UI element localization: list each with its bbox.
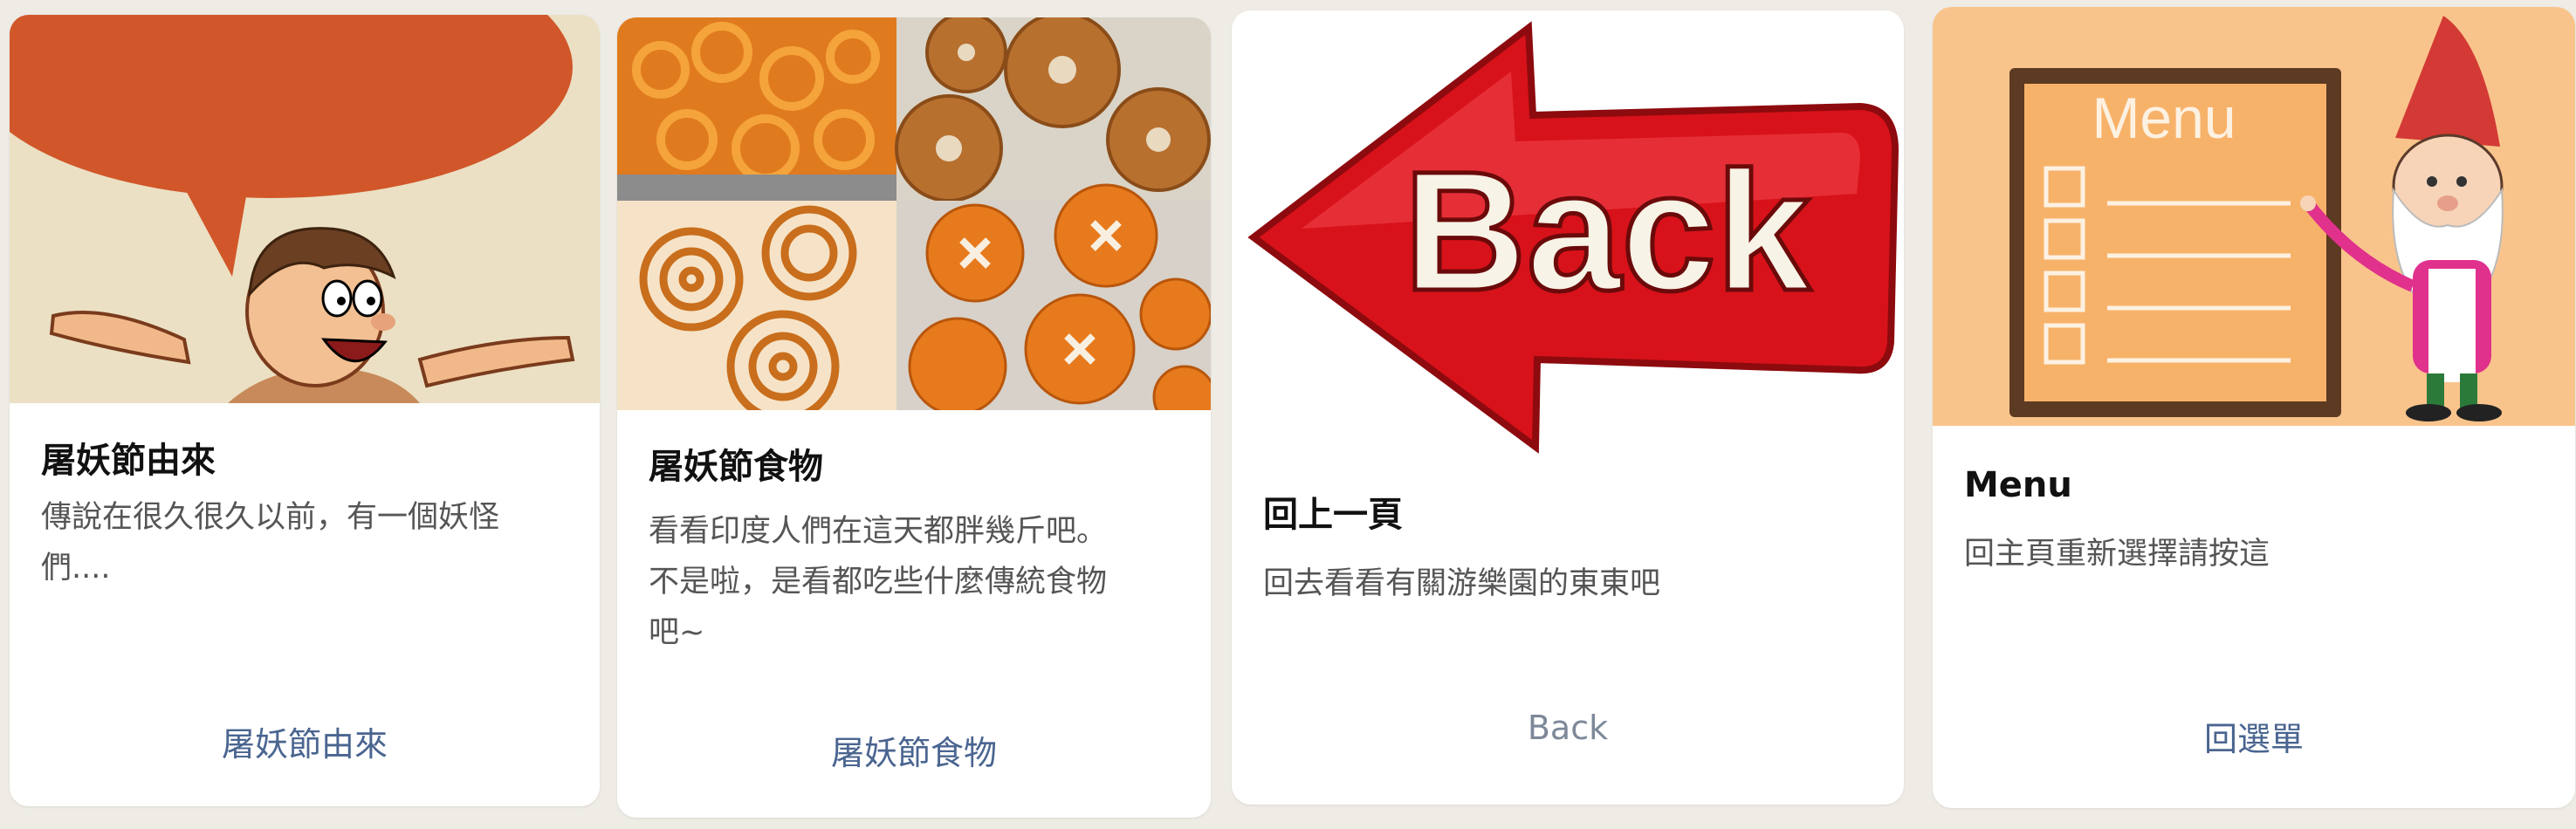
diwali-food-button[interactable]: 屠妖節食物 bbox=[617, 726, 1211, 774]
back-to-menu-button[interactable]: 回選單 bbox=[1933, 712, 2575, 760]
speech-bubble-cartoon-image bbox=[10, 15, 600, 403]
svg-text:Back: Back bbox=[1404, 136, 1811, 326]
card-description: 看看印度人們在這天都胖幾斤吧。 不是啦，是看都吃些什麼傳統食物 吧~ bbox=[649, 514, 1108, 650]
diwali-origin-button[interactable]: 屠妖節由來 bbox=[10, 717, 600, 765]
card-back: Back 回上一頁 回去看看有關游樂園的東東吧 Back bbox=[1232, 10, 1904, 805]
card-title: 屠妖節由來 bbox=[41, 441, 216, 481]
back-button[interactable]: Back bbox=[1232, 709, 1904, 747]
card-description: 回主頁重新選擇請按這 bbox=[1964, 537, 2270, 572]
back-arrow-image: Back bbox=[1232, 10, 1904, 456]
card-diwali-food: 屠妖節食物 看看印度人們在這天都胖幾斤吧。 不是啦，是看都吃些什麼傳統食物 吧~… bbox=[617, 17, 1211, 818]
card-description: 回去看看有關游樂園的東東吧 bbox=[1263, 566, 1661, 601]
card-title: 回上一頁 bbox=[1263, 495, 1403, 535]
indian-sweets-image bbox=[617, 17, 1211, 410]
chef-menu-board-image: Menu bbox=[1933, 7, 2575, 426]
card-description: 傳說在很久很久以前，有一個妖怪 們.... bbox=[41, 500, 500, 586]
card-menu: Menu Menu 回主頁重新選擇請按這 回選單 bbox=[1933, 7, 2575, 808]
card-title: Menu bbox=[1964, 465, 2072, 505]
card-title: 屠妖節食物 bbox=[649, 447, 823, 487]
svg-text:Menu: Menu bbox=[2092, 86, 2236, 150]
card-diwali-origin: 屠妖節由來 傳說在很久很久以前，有一個妖怪 們.... 屠妖節由來 bbox=[10, 15, 600, 806]
